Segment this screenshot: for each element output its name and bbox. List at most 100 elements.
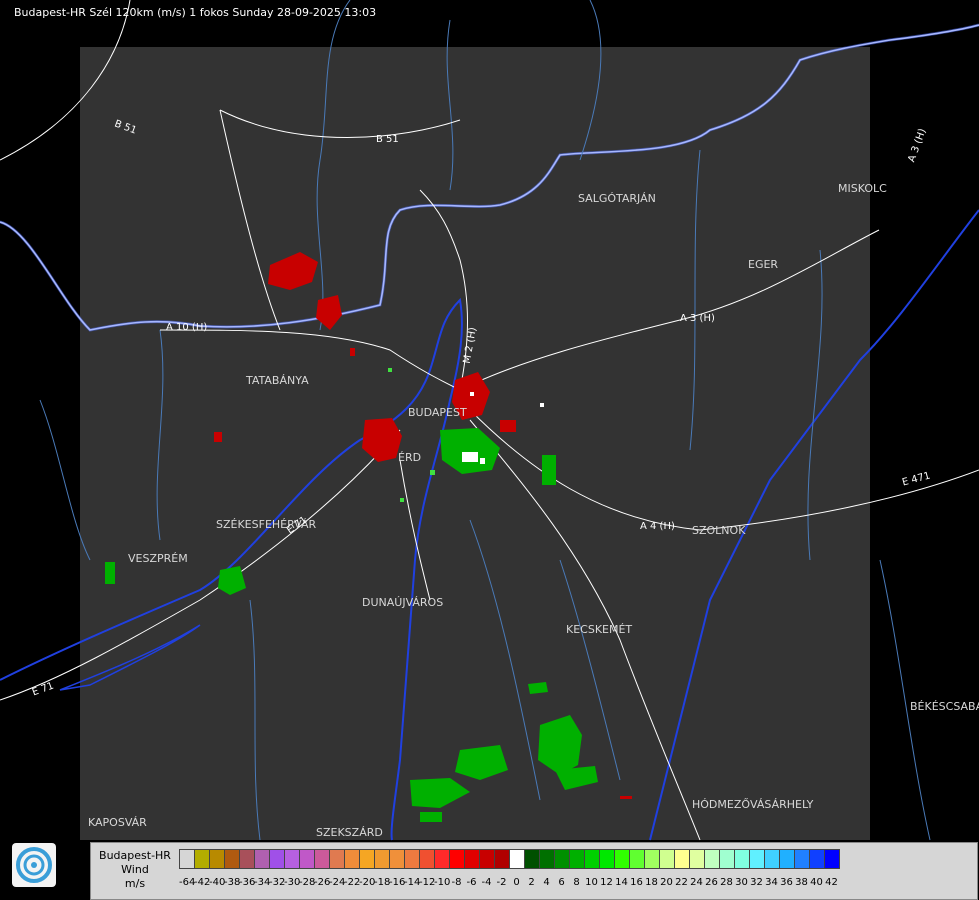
legend-tick-label: 0 — [513, 877, 520, 888]
legend-swatch — [314, 849, 330, 869]
legend-tick-label: 22 — [675, 877, 688, 888]
legend-tick-label: -16 — [389, 877, 406, 888]
legend-swatch — [599, 849, 615, 869]
legend-tick-label: 24 — [690, 877, 703, 888]
legend-swatch — [689, 849, 705, 869]
legend-swatch — [224, 849, 240, 869]
legend-swatch — [809, 849, 825, 869]
legend-tick-label: -30 — [284, 877, 301, 888]
legend-tick-label: -12 — [419, 877, 436, 888]
legend-tick-label: 42 — [825, 877, 838, 888]
legend-tick-label: 6 — [558, 877, 565, 888]
legend-swatch — [704, 849, 720, 869]
city-label-miskolc: MISKOLC — [838, 182, 887, 195]
legend-swatch — [584, 849, 600, 869]
legend-swatch — [329, 849, 345, 869]
legend-labels: Budapest-HR Wind m/s — [91, 849, 179, 891]
legend-swatch — [179, 849, 195, 869]
legend-swatch — [359, 849, 375, 869]
legend-swatch — [749, 849, 765, 869]
legend-swatch — [629, 849, 645, 869]
road-label-b51-north: B 51 — [376, 134, 399, 145]
legend-swatch — [254, 849, 270, 869]
radar-map — [0, 0, 979, 841]
legend-tick-label: -18 — [374, 877, 391, 888]
legend-swatch — [269, 849, 285, 869]
city-label-szekszard: SZEKSZÁRD — [316, 826, 383, 839]
legend-tick-label: 40 — [810, 877, 823, 888]
legend-swatch — [539, 849, 555, 869]
legend-unit: m/s — [124, 877, 146, 890]
legend-swatch — [614, 849, 630, 869]
legend-tick-label: 16 — [630, 877, 643, 888]
legend-tick-label: 38 — [795, 877, 808, 888]
legend-tick-label: -10 — [434, 877, 451, 888]
legend-swatch — [644, 849, 660, 869]
city-label-budapest: BUDAPEST — [408, 406, 467, 419]
legend-swatch — [284, 849, 300, 869]
legend-tick-label: 12 — [600, 877, 613, 888]
legend-tick-label: 14 — [615, 877, 628, 888]
legend-swatch — [209, 849, 225, 869]
legend-swatch — [299, 849, 315, 869]
legend-swatch — [734, 849, 750, 869]
legend-tick-label: -6 — [466, 877, 477, 888]
legend-tick-label: -28 — [299, 877, 316, 888]
legend-tick-label: 2 — [528, 877, 535, 888]
legend-swatch — [449, 849, 465, 869]
legend-tick-label: -38 — [224, 877, 241, 888]
legend-tick-label: 18 — [645, 877, 658, 888]
legend-swatch — [194, 849, 210, 869]
legend-swatch — [419, 849, 435, 869]
legend-tick-label: -2 — [496, 877, 507, 888]
road-label-a3: A 3 (H) — [680, 313, 715, 324]
city-label-bekescsaba: BÉKÉSCSABA — [910, 700, 979, 713]
city-label-szolnok: SZOLNOK — [692, 524, 746, 537]
legend-swatch — [509, 849, 525, 869]
legend-tick-label: 8 — [573, 877, 580, 888]
legend-swatch — [674, 849, 690, 869]
legend-swatch — [434, 849, 450, 869]
legend-tick-label: 34 — [765, 877, 778, 888]
city-label-hodmezovasarhely: HÓDMEZŐVÁSÁRHELY — [692, 798, 814, 811]
city-label-tatabanya: TATABÁNYA — [246, 374, 309, 387]
color-legend: Budapest-HR Wind m/s -64 -42 -40 -38 -36 -34-… — [90, 842, 978, 900]
city-label-eger: EGER — [748, 258, 779, 271]
legend-swatch — [779, 849, 795, 869]
legend-tick-label: 32 — [750, 877, 763, 888]
legend-tick-label: 10 — [585, 877, 598, 888]
legend-tick-label: 28 — [720, 877, 733, 888]
legend-quantity: Wind — [121, 863, 149, 876]
legend-radar-name: Budapest-HR — [99, 849, 171, 862]
legend-swatch — [374, 849, 390, 869]
legend-tick-label: -14 — [404, 877, 421, 888]
legend-tick-label: -20 — [359, 877, 376, 888]
legend-swatch — [824, 849, 840, 869]
city-label-dunaujvaros: DUNAÚJVÁROS — [362, 596, 444, 609]
city-label-salgotarjan: SALGÓTARJÁN — [578, 192, 656, 205]
road-label-a10: A 10 (H) — [166, 322, 208, 333]
legend-swatch — [479, 849, 495, 869]
legend-tick-label: -42 — [194, 877, 211, 888]
legend-swatch — [239, 849, 255, 869]
legend-swatches — [179, 849, 840, 869]
legend-swatch — [404, 849, 420, 869]
legend-swatch — [794, 849, 810, 869]
legend-tick-label: -24 — [329, 877, 346, 888]
legend-ticks: -64 -42 -40 -38 -36 -34 -32 -30 -28 -26 -24 -22 -20-… — [179, 877, 839, 888]
legend-tick-label: -64 — [179, 877, 196, 888]
legend-tick-label: 30 — [735, 877, 748, 888]
legend-tick-label: -32 — [269, 877, 286, 888]
road-label-a4: A 4 (H) — [640, 521, 675, 532]
legend-swatch — [464, 849, 480, 869]
legend-swatch — [719, 849, 735, 869]
legend-swatch — [659, 849, 675, 869]
legend-swatch — [554, 849, 570, 869]
legend-tick-label: 36 — [780, 877, 793, 888]
legend-tick-label: -22 — [344, 877, 361, 888]
legend-swatch — [569, 849, 585, 869]
legend-tick-label: -8 — [451, 877, 462, 888]
legend-swatch — [524, 849, 540, 869]
legend-tick-label: -40 — [209, 877, 226, 888]
legend-tick-label: -4 — [481, 877, 492, 888]
